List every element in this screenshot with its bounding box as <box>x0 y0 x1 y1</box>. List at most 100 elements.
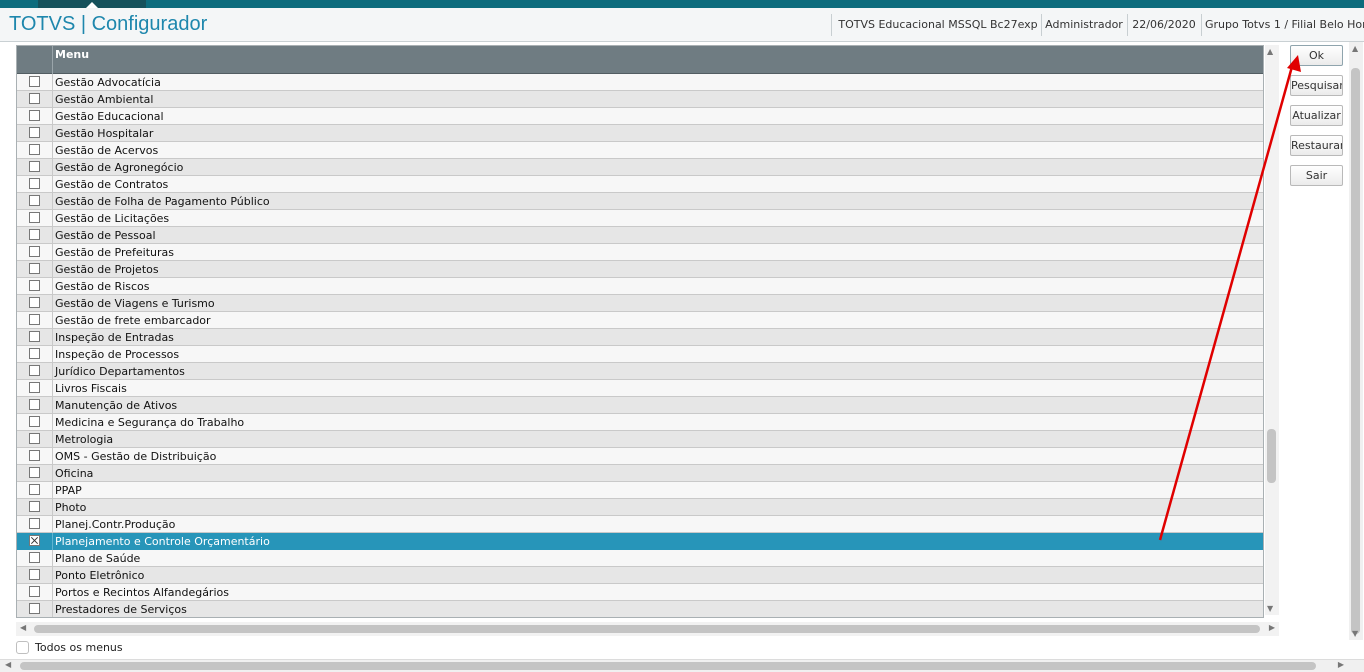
row-checkbox[interactable] <box>29 348 40 359</box>
table-row[interactable]: Inspeção de Processos <box>17 346 1263 363</box>
scroll-left-icon[interactable]: ◀ <box>20 623 26 632</box>
grid-vertical-scrollbar[interactable]: ▲ ▼ <box>1265 45 1279 615</box>
row-label: Prestadores de Serviços <box>55 603 187 616</box>
row-checkbox[interactable] <box>29 535 40 546</box>
table-row[interactable]: Gestão Hospitalar <box>17 125 1263 142</box>
row-checkbox[interactable] <box>29 416 40 427</box>
row-checkbox[interactable] <box>29 144 40 155</box>
table-row[interactable]: Gestão Educacional <box>17 108 1263 125</box>
table-row[interactable]: Gestão de Contratos <box>17 176 1263 193</box>
table-row[interactable]: OMS - Gestão de Distribuição <box>17 448 1263 465</box>
row-checkbox[interactable] <box>29 195 40 206</box>
row-checkbox[interactable] <box>29 586 40 597</box>
restore-button[interactable]: Restaurar <box>1290 135 1343 156</box>
row-checkbox[interactable] <box>29 263 40 274</box>
window-vertical-scrollbar[interactable]: ▲ ▼ <box>1349 42 1363 640</box>
row-checkbox[interactable] <box>29 518 40 529</box>
table-row[interactable]: Metrologia <box>17 431 1263 448</box>
row-checkbox[interactable] <box>29 552 40 563</box>
scroll-right-icon[interactable]: ▶ <box>1338 660 1344 669</box>
scroll-right-icon[interactable]: ▶ <box>1269 623 1275 632</box>
table-row[interactable]: Gestão Ambiental <box>17 91 1263 108</box>
row-checkbox[interactable] <box>29 484 40 495</box>
table-row[interactable]: Gestão de Riscos <box>17 278 1263 295</box>
date-label: 22/06/2020 <box>1132 18 1196 31</box>
table-row[interactable]: Manutenção de Ativos <box>17 397 1263 414</box>
row-checkbox[interactable] <box>29 127 40 138</box>
scroll-up-icon[interactable]: ▲ <box>1267 47 1273 56</box>
column-divider <box>52 414 53 431</box>
row-checkbox[interactable] <box>29 212 40 223</box>
column-header-menu[interactable]: Menu <box>55 48 89 61</box>
column-divider <box>52 363 53 380</box>
table-row[interactable]: Ponto Eletrônico <box>17 567 1263 584</box>
table-row[interactable]: Gestão de Licitações <box>17 210 1263 227</box>
row-checkbox[interactable] <box>29 450 40 461</box>
row-label: Planejamento e Controle Orçamentário <box>55 535 270 548</box>
scroll-left-icon[interactable]: ◀ <box>5 660 11 669</box>
table-row[interactable]: Gestão de Acervos <box>17 142 1263 159</box>
table-row[interactable]: Plano de Saúde <box>17 550 1263 567</box>
table-row[interactable]: Medicina e Segurança do Trabalho <box>17 414 1263 431</box>
row-checkbox[interactable] <box>29 297 40 308</box>
table-row[interactable]: Gestão Advocatícia <box>17 74 1263 91</box>
table-row[interactable]: Gestão de Projetos <box>17 261 1263 278</box>
table-row[interactable]: Planejamento e Controle Orçamentário <box>17 533 1263 550</box>
row-checkbox[interactable] <box>29 382 40 393</box>
row-checkbox[interactable] <box>29 603 40 614</box>
column-divider <box>52 210 53 227</box>
grid-horizontal-scrollbar[interactable]: ◀ ▶ <box>16 622 1279 636</box>
row-label: Gestão de Acervos <box>55 144 159 157</box>
row-checkbox[interactable] <box>29 280 40 291</box>
table-row[interactable]: Gestão de Agronegócio <box>17 159 1263 176</box>
row-checkbox[interactable] <box>29 110 40 121</box>
row-label: OMS - Gestão de Distribuição <box>55 450 217 463</box>
table-row[interactable]: Gestão de Prefeituras <box>17 244 1263 261</box>
scroll-thumb[interactable] <box>1351 68 1360 634</box>
table-row[interactable]: Portos e Recintos Alfandegários <box>17 584 1263 601</box>
table-row[interactable]: Photo <box>17 499 1263 516</box>
table-row[interactable]: Planej.Contr.Produção <box>17 516 1263 533</box>
window-horizontal-scrollbar[interactable]: ◀ ▶ <box>0 659 1364 672</box>
column-divider <box>52 533 53 550</box>
row-checkbox[interactable] <box>29 246 40 257</box>
row-checkbox[interactable] <box>29 161 40 172</box>
row-checkbox[interactable] <box>29 178 40 189</box>
table-row[interactable]: Oficina <box>17 465 1263 482</box>
table-row[interactable]: PPAP <box>17 482 1263 499</box>
table-row[interactable]: Gestão de Viagens e Turismo <box>17 295 1263 312</box>
row-checkbox[interactable] <box>29 433 40 444</box>
scroll-down-icon[interactable]: ▼ <box>1267 604 1273 613</box>
row-label: Ponto Eletrônico <box>55 569 145 582</box>
row-checkbox[interactable] <box>29 501 40 512</box>
row-checkbox[interactable] <box>29 229 40 240</box>
table-row[interactable]: Prestadores de Serviços <box>17 601 1263 617</box>
row-checkbox[interactable] <box>29 314 40 325</box>
row-checkbox[interactable] <box>29 365 40 376</box>
scroll-down-icon[interactable]: ▼ <box>1352 629 1358 638</box>
table-row[interactable]: Jurídico Departamentos <box>17 363 1263 380</box>
scroll-thumb[interactable] <box>1267 429 1276 483</box>
select-all-checkbox[interactable] <box>16 641 29 654</box>
table-row[interactable]: Gestão de Folha de Pagamento Público <box>17 193 1263 210</box>
row-checkbox[interactable] <box>29 399 40 410</box>
table-row[interactable]: Inspeção de Entradas <box>17 329 1263 346</box>
scroll-thumb[interactable] <box>20 662 1316 670</box>
table-row[interactable]: Gestão de Pessoal <box>17 227 1263 244</box>
row-checkbox[interactable] <box>29 76 40 87</box>
row-checkbox[interactable] <box>29 331 40 342</box>
ok-button[interactable]: Ok <box>1290 45 1343 66</box>
row-checkbox[interactable] <box>29 569 40 580</box>
table-row[interactable]: Gestão de frete embarcador <box>17 312 1263 329</box>
exit-button[interactable]: Sair <box>1290 165 1343 186</box>
row-label: PPAP <box>55 484 82 497</box>
scroll-thumb[interactable] <box>34 625 1260 633</box>
table-row[interactable]: Livros Fiscais <box>17 380 1263 397</box>
column-divider <box>52 193 53 210</box>
refresh-button[interactable]: Atualizar <box>1290 105 1343 126</box>
column-divider <box>52 278 53 295</box>
search-button[interactable]: Pesquisar <box>1290 75 1343 96</box>
row-checkbox[interactable] <box>29 467 40 478</box>
row-checkbox[interactable] <box>29 93 40 104</box>
scroll-up-icon[interactable]: ▲ <box>1352 44 1358 53</box>
